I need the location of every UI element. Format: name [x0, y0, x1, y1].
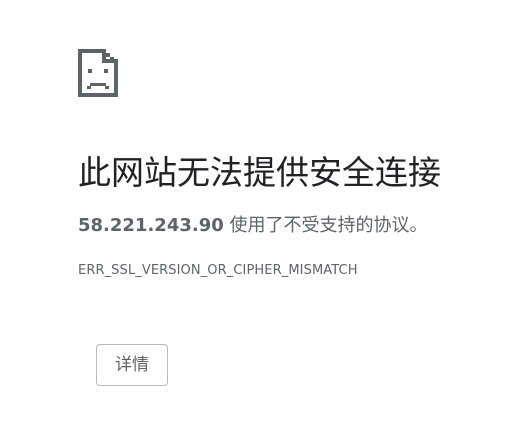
page-title: 此网站无法提供安全连接 — [78, 153, 441, 192]
sad-document-icon — [78, 49, 118, 97]
error-summary: 58.221.243.90 使用了不受支持的协议。 — [78, 213, 428, 239]
error-code: ERR_SSL_VERSION_OR_CIPHER_MISMATCH — [78, 263, 358, 278]
host-address: 58.221.243.90 — [78, 215, 224, 236]
error-message: 使用了不受支持的协议。 — [223, 215, 428, 236]
error-page: 此网站无法提供安全连接 58.221.243.90 使用了不受支持的协议。 ER… — [0, 0, 507, 447]
details-button[interactable]: 详情 — [96, 344, 168, 386]
